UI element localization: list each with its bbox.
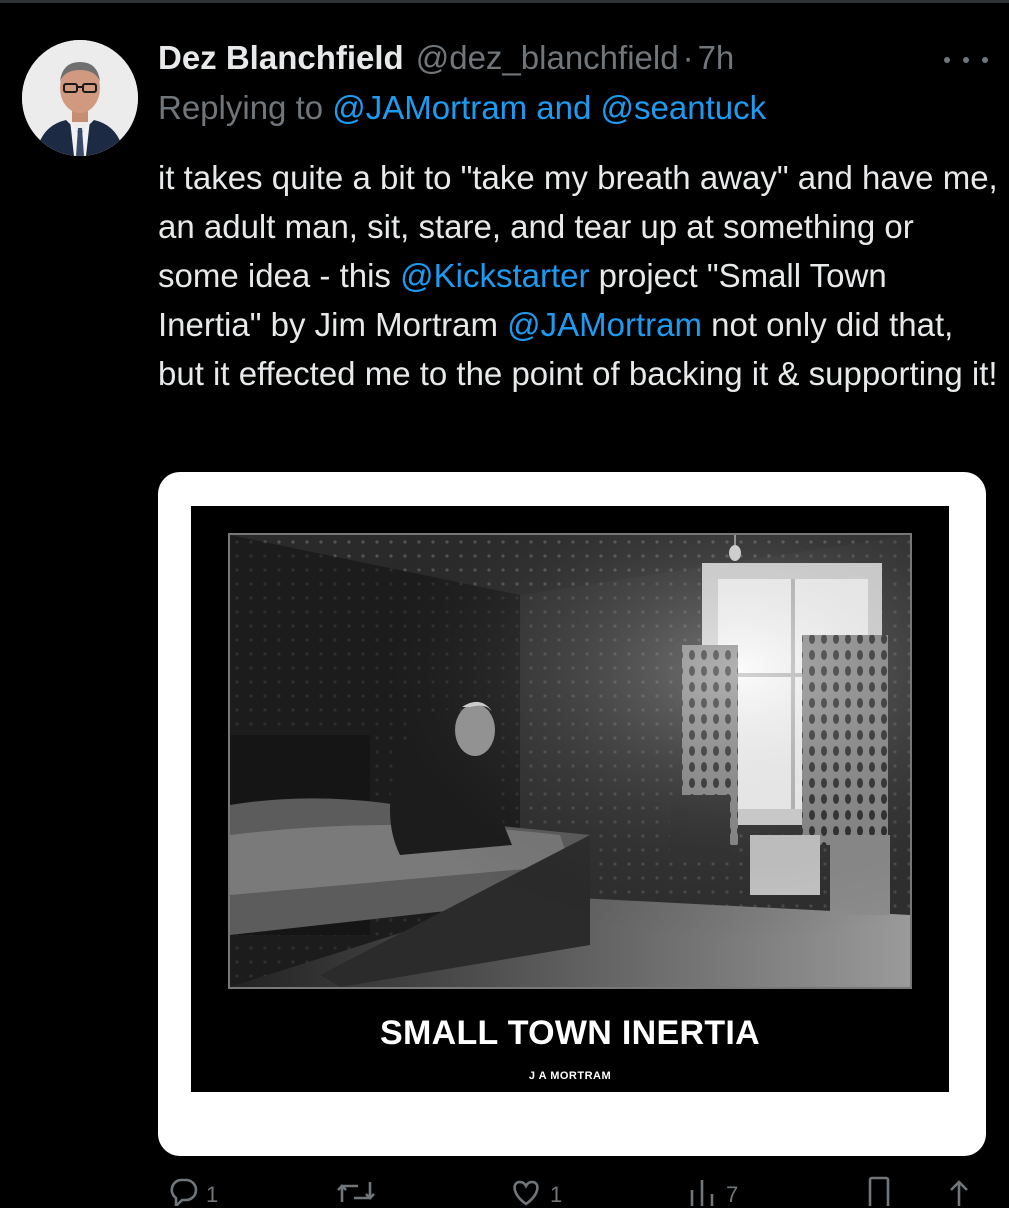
tweet-text: it takes quite a bit to "take my breath … — [158, 153, 998, 398]
top-divider — [0, 0, 1009, 3]
reply-mention-jamortram[interactable]: @JAMortram — [332, 89, 527, 126]
share-button[interactable] — [944, 1176, 974, 1206]
mention-kickstarter[interactable]: @Kickstarter — [400, 257, 589, 294]
reply-count: 1 — [206, 1182, 219, 1207]
user-handle[interactable]: @dez_blanchfield — [416, 39, 679, 77]
share-icon — [950, 1180, 968, 1206]
replying-to-line: Replying to @JAMortram and @seantuck — [158, 89, 766, 127]
like-button[interactable]: 1 — [508, 1176, 562, 1208]
display-name[interactable]: Dez Blanchfield — [158, 39, 404, 77]
retweet-icon — [337, 1182, 375, 1202]
like-count: 1 — [550, 1182, 563, 1207]
poster: SMALL TOWN INERTIA J A MORTRAM — [191, 506, 949, 1092]
like-icon — [513, 1180, 539, 1206]
avatar[interactable] — [22, 40, 138, 156]
poster-author: J A MORTRAM — [528, 1070, 612, 1082]
poster-photo — [228, 533, 912, 989]
avatar-photo — [22, 40, 138, 156]
views-count: 7 — [726, 1182, 739, 1207]
more-options-icon[interactable] — [944, 48, 988, 72]
mention-jamortram[interactable]: @JAMortram — [507, 306, 702, 343]
media-image-card[interactable]: SMALL TOWN INERTIA J A MORTRAM — [158, 472, 986, 1156]
bookmark-icon — [868, 1176, 890, 1206]
reply-icon — [170, 1178, 198, 1206]
poster-title: SMALL TOWN INERTIA — [379, 1014, 760, 1052]
separator-dot: · — [682, 39, 694, 76]
action-bar: 1 1 7 — [158, 1176, 988, 1208]
replying-to-label: Replying to — [158, 89, 324, 126]
bookmark-button[interactable] — [864, 1176, 894, 1206]
bedroom-photo-illustration — [230, 535, 910, 987]
timestamp[interactable]: 7h — [698, 39, 735, 77]
reply-button[interactable]: 1 — [166, 1176, 218, 1208]
reply-mention-seantuck[interactable]: @seantuck — [601, 89, 767, 126]
retweet-button[interactable] — [336, 1176, 382, 1206]
tweet-header: Dez Blanchfield @dez_blanchfield · 7h — [158, 36, 734, 80]
reply-and[interactable]: and — [536, 89, 591, 126]
views-button[interactable]: 7 — [686, 1176, 738, 1208]
views-icon — [690, 1180, 714, 1206]
